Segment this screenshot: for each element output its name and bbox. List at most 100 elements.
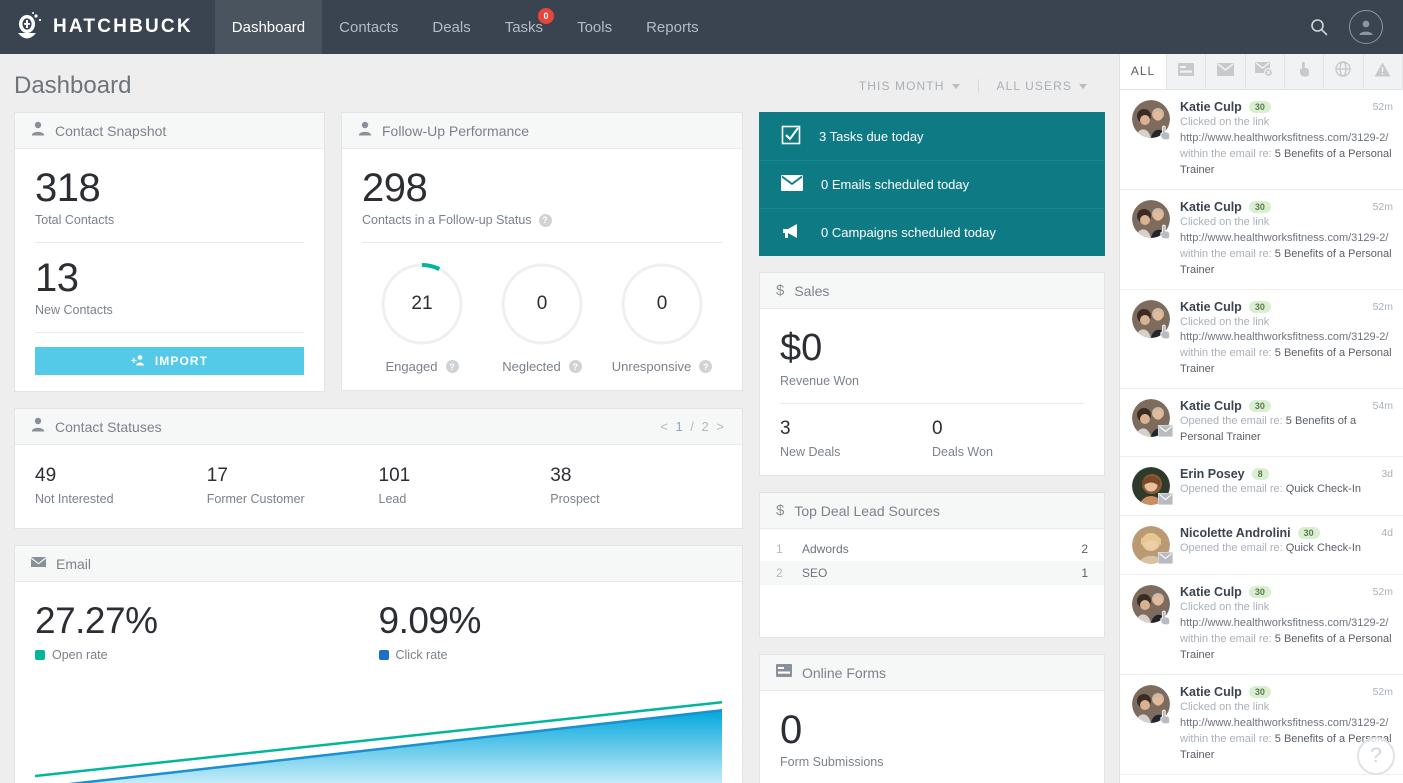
- total-contacts-value: 318: [35, 167, 304, 209]
- card-title: Top Deal Lead Sources: [794, 503, 940, 519]
- card-title: Sales: [794, 283, 829, 299]
- brand-logo-area[interactable]: HATCHBUCK: [0, 0, 215, 54]
- list-item[interactable]: Nicolette Androlini 30 4d Opened the ema…: [1120, 516, 1403, 575]
- contact-name[interactable]: Katie Culp: [1180, 399, 1242, 413]
- activity-time: 52m: [1373, 201, 1393, 213]
- activity-head: Katie Culp 30 52m: [1180, 200, 1393, 214]
- ring-unresponsive-label: Unresponsive: [612, 359, 692, 374]
- status-value: 101: [379, 465, 551, 487]
- envelope-icon: [1217, 63, 1234, 81]
- campaigns-scheduled-row[interactable]: 0 Campaigns scheduled today: [759, 208, 1105, 256]
- activity-link[interactable]: http://www.healthworksfitness.com/3129-2…: [1180, 232, 1388, 244]
- pager-next[interactable]: >: [716, 419, 726, 434]
- online-forms-body: 0 Form Submissions: [760, 691, 1104, 783]
- activity-link[interactable]: http://www.healthworksfitness.com/3129-2…: [1180, 331, 1388, 343]
- help-icon[interactable]: ?: [539, 214, 552, 227]
- emails-scheduled-row[interactable]: 0 Emails scheduled today: [759, 160, 1105, 208]
- help-icon[interactable]: ?: [569, 360, 582, 373]
- feed-tab-emails[interactable]: [1206, 54, 1245, 89]
- envelope-icon: [1157, 491, 1173, 507]
- campaigns-scheduled-label: 0 Campaigns scheduled today: [821, 225, 996, 240]
- chevron-down-icon: [1079, 84, 1087, 89]
- filter-users[interactable]: ALL USERS: [978, 79, 1105, 93]
- list-item[interactable]: Katie Culp 30 52m Clicked on the link ht…: [1120, 190, 1403, 290]
- search-icon[interactable]: [1309, 17, 1329, 37]
- feed-tab-bounced[interactable]: [1246, 54, 1285, 89]
- help-icon[interactable]: ?: [699, 360, 712, 373]
- feed-tab-forms[interactable]: [1167, 54, 1206, 89]
- help-icon[interactable]: ?: [446, 360, 459, 373]
- filter-time-range[interactable]: THIS MONTH: [841, 79, 978, 93]
- import-button[interactable]: + IMPORT: [35, 347, 304, 375]
- list-item[interactable]: Katie Culp 30 54m Opened the email re: 5…: [1120, 389, 1403, 457]
- contact-name[interactable]: Katie Culp: [1180, 100, 1242, 114]
- form-submissions-value: 0: [780, 709, 1084, 751]
- source-name: Adwords: [802, 542, 1081, 556]
- list-item[interactable]: Erin Posey 8 3d Opened the email re: Qui…: [1120, 457, 1403, 516]
- status-cell-not-interested: 49 Not Interested: [35, 465, 207, 506]
- list-item[interactable]: Katie Culp 30 52m Clicked on the link ht…: [1120, 575, 1403, 675]
- contact-snapshot-card: Contact Snapshot 318 Total Contacts 13 N…: [14, 112, 325, 392]
- feed-tab-all[interactable]: ALL: [1120, 54, 1167, 89]
- click-rate-value: 9.09%: [379, 600, 723, 642]
- pager-prev[interactable]: <: [660, 419, 670, 434]
- contact-statuses-card: Contact Statuses < 1 / 2 > 49: [14, 408, 743, 529]
- tasks-count-badge: 0: [538, 8, 554, 24]
- source-rank: 1: [776, 542, 802, 556]
- feed-tab-all-label: ALL: [1131, 64, 1155, 78]
- help-button[interactable]: ?: [1357, 737, 1395, 775]
- contact-snapshot-header: Contact Snapshot: [15, 113, 324, 149]
- contact-statuses-pager[interactable]: < 1 / 2 >: [660, 419, 726, 434]
- envelope-icon: [1157, 423, 1173, 439]
- tasks-due-row[interactable]: 3 Tasks due today: [759, 112, 1105, 160]
- contact-name[interactable]: Katie Culp: [1180, 585, 1242, 599]
- nav-item-tools[interactable]: Tools: [560, 0, 629, 54]
- feed-tab-web[interactable]: [1324, 54, 1363, 89]
- table-row[interactable]: 2 SEO 1: [760, 561, 1104, 585]
- contact-name[interactable]: Katie Culp: [1180, 200, 1242, 214]
- activity-link[interactable]: http://www.healthworksfitness.com/3129-2…: [1180, 717, 1388, 729]
- nav-item-tasks[interactable]: Tasks 0: [488, 0, 560, 54]
- activity-time: 52m: [1373, 101, 1393, 113]
- status-label: Prospect: [550, 492, 722, 506]
- sales-body: $0 Revenue Won 3 New Deals 0 Deals Won: [760, 309, 1104, 475]
- contact-name[interactable]: Erin Posey: [1180, 467, 1245, 481]
- contact-score-badge: 30: [1249, 586, 1271, 598]
- form-icon: [776, 664, 792, 682]
- nav-item-dashboard[interactable]: Dashboard: [215, 0, 322, 54]
- nav-item-reports[interactable]: Reports: [629, 0, 716, 54]
- table-row[interactable]: 1 Adwords 2: [760, 537, 1104, 561]
- nav-item-deals[interactable]: Deals: [415, 0, 487, 54]
- source-value: 2: [1081, 542, 1088, 556]
- feed-tab-alerts[interactable]: [1364, 54, 1403, 89]
- follow-up-value: 298: [362, 167, 722, 209]
- activity-link[interactable]: http://www.healthworksfitness.com/3129-2…: [1180, 132, 1388, 144]
- contact-name[interactable]: Nicolette Androlini: [1180, 526, 1291, 540]
- new-contacts-label: New Contacts: [35, 303, 304, 317]
- activity-body: Katie Culp 30 52m Clicked on the link ht…: [1180, 200, 1393, 279]
- avatar: [1132, 399, 1170, 437]
- envelope-icon: [31, 555, 46, 573]
- activity-feed-list[interactable]: Katie Culp 30 52m Clicked on the link ht…: [1120, 90, 1403, 783]
- list-item[interactable]: Katie Culp 30 52m Clicked on the link ht…: [1120, 290, 1403, 390]
- card-title: Follow-Up Performance: [382, 123, 529, 139]
- ring-unresponsive: 0 Unresponsive ?: [602, 261, 722, 374]
- contact-name[interactable]: Katie Culp: [1180, 685, 1242, 699]
- source-value: 1: [1081, 566, 1088, 580]
- nav-label: Dashboard: [232, 19, 305, 36]
- card-title: Contact Statuses: [55, 419, 162, 435]
- emails-scheduled-label: 0 Emails scheduled today: [821, 177, 969, 192]
- activity-link[interactable]: http://www.healthworksfitness.com/3129-2…: [1180, 617, 1388, 629]
- list-item[interactable]: Katie Culp 30 52m Clicked on the link ht…: [1120, 90, 1403, 190]
- feed-tab-clicks[interactable]: [1285, 54, 1324, 89]
- activity-action: Clicked on the link: [1180, 216, 1269, 228]
- person-icon: [31, 121, 45, 141]
- list-item[interactable]: Katie Culp 30 54m: [1120, 775, 1403, 783]
- contact-score-badge: 8: [1252, 468, 1269, 480]
- avatar: [1132, 200, 1170, 238]
- activity-action: Clicked on the link: [1180, 116, 1269, 128]
- open-rate-label-row: Open rate: [35, 648, 379, 662]
- nav-item-contacts[interactable]: Contacts: [322, 0, 415, 54]
- contact-name[interactable]: Katie Culp: [1180, 300, 1242, 314]
- user-avatar-icon[interactable]: [1349, 10, 1383, 44]
